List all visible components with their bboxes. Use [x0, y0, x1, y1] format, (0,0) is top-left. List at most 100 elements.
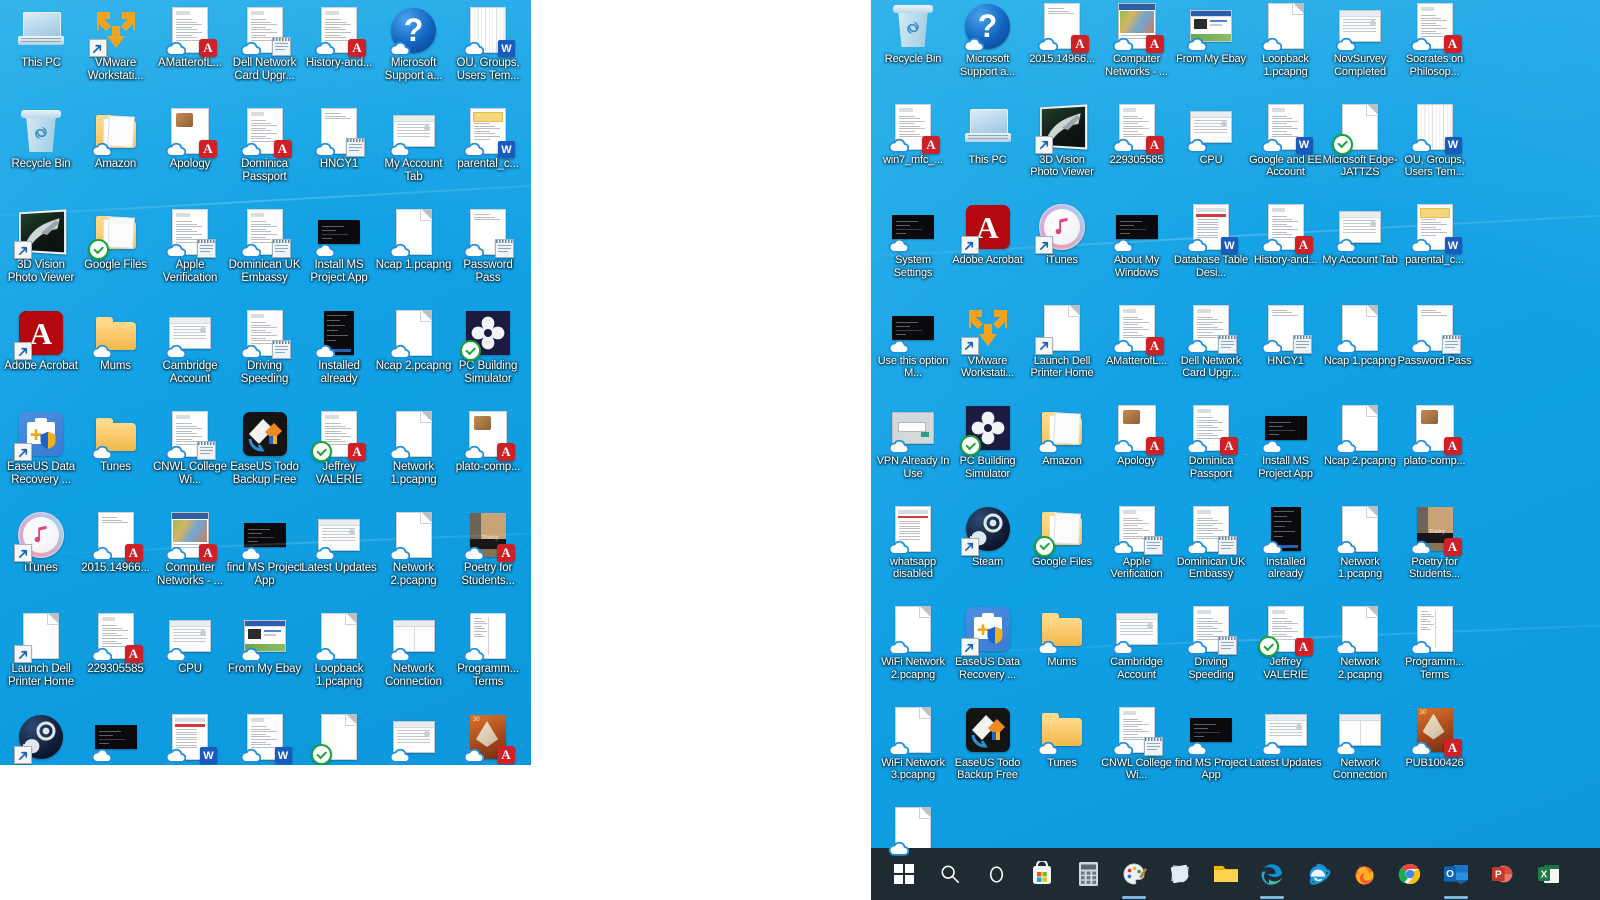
- desktop-icon[interactable]: Password Pass: [451, 208, 525, 286]
- desktop-icon[interactable]: CPU: [1174, 103, 1248, 167]
- desktop-icon[interactable]: [526, 208, 532, 259]
- desktop-icon[interactable]: 30 A PUB100426: [1398, 706, 1472, 770]
- desktop-icon[interactable]: W OU, Groups, Users Tem...: [1398, 103, 1472, 179]
- desktop-icon[interactable]: Poetry A Poetry for Students...: [451, 511, 525, 589]
- desktop-icon[interactable]: Cambridge Account: [1100, 605, 1174, 681]
- desktop-icon[interactable]: [377, 713, 451, 764]
- microsoft-store-button[interactable]: [1019, 848, 1065, 900]
- internet-explorer-button[interactable]: [1295, 848, 1341, 900]
- desktop-icon[interactable]: CNWL College Wi...: [1100, 706, 1174, 782]
- desktop-icon[interactable]: Tunes: [79, 410, 153, 474]
- desktop-icon[interactable]: This PC: [951, 103, 1025, 167]
- desktop-icon[interactable]: Microsoft Edge-JATTZS: [1323, 103, 1398, 179]
- desktop-icon[interactable]: A Adobe Acrobat: [4, 309, 78, 373]
- desktop-icon[interactable]: Wparental_c...: [1398, 203, 1472, 267]
- desktop-icon[interactable]: Amazon: [1025, 404, 1099, 468]
- desktop-icon[interactable]: W Database Table Desi...: [1174, 203, 1248, 279]
- desktop-icon[interactable]: Wparental_c...: [451, 107, 525, 171]
- desktop-icon[interactable]: W: [526, 511, 532, 575]
- desktop-icon[interactable]: find MS Project App: [227, 511, 303, 589]
- desktop-icon[interactable]: A History-and...: [1249, 203, 1323, 267]
- desktop-icon[interactable]: CNWL College Wi...: [153, 410, 227, 488]
- desktop-icon[interactable]: Aplato-comp...: [1398, 404, 1472, 468]
- desktop-icon[interactable]: This PC: [4, 6, 78, 70]
- desktop-icon[interactable]: W OU, Groups, Users Tem...: [451, 6, 525, 84]
- desktop-icon[interactable]: EaseUS Data Recovery ...: [951, 605, 1025, 681]
- desktop-icon[interactable]: Dominican UK Embassy: [1174, 505, 1248, 581]
- desktop-icon[interactable]: W: [228, 713, 302, 764]
- desktop-icon[interactable]: Dell Network Card Upgr...: [228, 6, 302, 84]
- desktop-icon[interactable]: EaseUS Data Recovery ...: [4, 410, 78, 488]
- desktop-icon[interactable]: Network 1.pcapng: [377, 410, 451, 488]
- desktop-icon[interactable]: Poetry A Poetry for Students...: [1398, 505, 1472, 581]
- desktop-icon[interactable]: Installed already: [1249, 505, 1323, 581]
- desktop-icon[interactable]: Cambridge Account: [153, 309, 227, 387]
- desktop-icon[interactable]: 3D Vision Photo Viewer: [4, 208, 78, 286]
- desktop-icon[interactable]: Network Connection: [377, 612, 451, 690]
- search-button[interactable]: [927, 848, 973, 900]
- desktop-icon[interactable]: [4, 713, 78, 764]
- desktop-icon[interactable]: HNCY1: [1249, 304, 1323, 368]
- desktop-icon[interactable]: A Computer Networks - ...: [153, 511, 227, 589]
- desktop-icon[interactable]: find MS Project App: [1174, 706, 1248, 782]
- desktop-icon[interactable]: Use this option M...: [876, 304, 950, 380]
- desktop-icon[interactable]: Recycle Bin: [876, 2, 950, 66]
- desktop-icon[interactable]: Aplato-comp...: [451, 410, 525, 474]
- desktop-icon[interactable]: A 2015.14966...: [1025, 2, 1099, 66]
- desktop-icon[interactable]: Network 2.pcapng: [1323, 605, 1397, 681]
- desktop-icon[interactable]: [526, 410, 532, 461]
- desktop-icon[interactable]: ? Microsoft Support a...: [377, 6, 451, 84]
- microsoft-edge-button[interactable]: [1249, 848, 1295, 900]
- desktop-icon[interactable]: Ncap 1.pcapng: [1323, 304, 1397, 368]
- desktop-icon[interactable]: A Adobe Acrobat: [951, 203, 1025, 267]
- desktop-icon[interactable]: W: [153, 713, 227, 764]
- desktop-icon[interactable]: VMware Workstati...: [79, 6, 153, 84]
- desktop-icon[interactable]: [302, 713, 376, 765]
- outlook-button[interactable]: O: [1433, 848, 1479, 900]
- desktop-icon[interactable]: Mums: [1025, 605, 1099, 669]
- desktop-icon[interactable]: A Apology: [1100, 404, 1174, 468]
- desktop-icon[interactable]: 3D Vision Photo Viewer: [1025, 103, 1099, 179]
- desktop-icon[interactable]: Dominican UK Embassy: [228, 208, 302, 286]
- desktop-icon[interactable]: A 229305585: [79, 612, 153, 676]
- desktop-icon[interactable]: Latest Updates: [1249, 706, 1323, 770]
- desktop-icon[interactable]: Awin7_mfc_...: [876, 103, 950, 167]
- sticky-notes-button[interactable]: [1157, 848, 1203, 900]
- desktop-icon[interactable]: [526, 107, 532, 158]
- desktop-icon[interactable]: Installed already: [302, 309, 376, 387]
- desktop-icon[interactable]: A Jeffrey VALERIE: [302, 410, 376, 488]
- desktop-icon[interactable]: Loopback 1.pcapng: [1249, 2, 1323, 78]
- desktop-icon[interactable]: Network 1.pcapng: [1323, 505, 1397, 581]
- desktop-icon[interactable]: Programm... Terms: [451, 612, 525, 690]
- desktop-icon[interactable]: WiFi Network 3.pcapng: [876, 706, 950, 782]
- desktop-icon[interactable]: A AMatterofL...: [153, 6, 227, 70]
- chrome-button[interactable]: [1387, 848, 1433, 900]
- desktop-icon[interactable]: Network Connection: [1323, 706, 1397, 782]
- desktop-icon[interactable]: A 2015.14966...: [79, 511, 153, 575]
- desktop-icon[interactable]: From My Ebay: [1174, 2, 1248, 66]
- desktop-icon[interactable]: Launch Dell Printer Home: [1025, 304, 1099, 380]
- desktop-icon[interactable]: Ncap 2.pcapng: [1323, 404, 1397, 468]
- desktop-icon[interactable]: CPU: [153, 612, 227, 676]
- desktop-icon[interactable]: VMware Workstati...: [951, 304, 1025, 380]
- desktop-icon[interactable]: Tunes: [1025, 706, 1099, 770]
- desktop-icon[interactable]: Loopback 1.pcapng: [302, 612, 376, 690]
- desktop-icon[interactable]: W Google and EE Account: [1249, 103, 1323, 179]
- paint-button[interactable]: [1111, 848, 1157, 900]
- desktop-icon[interactable]: PC Building Simulator: [951, 404, 1025, 480]
- desktop-icon[interactable]: A Computer Networks - ...: [1100, 2, 1174, 78]
- desktop-icon[interactable]: Programm... Terms: [1398, 605, 1472, 681]
- desktop-icon[interactable]: PC Building Simulator: [451, 309, 525, 387]
- desktop-icon[interactable]: From My Ebay: [228, 612, 302, 676]
- desktop-icon[interactable]: VPN Already In Use: [876, 404, 950, 480]
- desktop-icon[interactable]: W: [526, 309, 532, 373]
- desktop-icon[interactable]: Install MS Project App: [302, 208, 376, 286]
- powerpoint-button[interactable]: P: [1479, 848, 1525, 900]
- desktop-icon[interactable]: iTunes: [4, 511, 78, 575]
- desktop-icon[interactable]: Google Files: [1025, 505, 1099, 569]
- desktop-icon[interactable]: A History-and...: [302, 6, 376, 70]
- desktop-icon[interactable]: S: [526, 6, 532, 70]
- desktop-icon[interactable]: Recycle Bin: [4, 107, 78, 171]
- desktop-icon[interactable]: Install MS Project App: [1249, 404, 1323, 480]
- desktop-icon[interactable]: My Account Tab: [377, 107, 451, 185]
